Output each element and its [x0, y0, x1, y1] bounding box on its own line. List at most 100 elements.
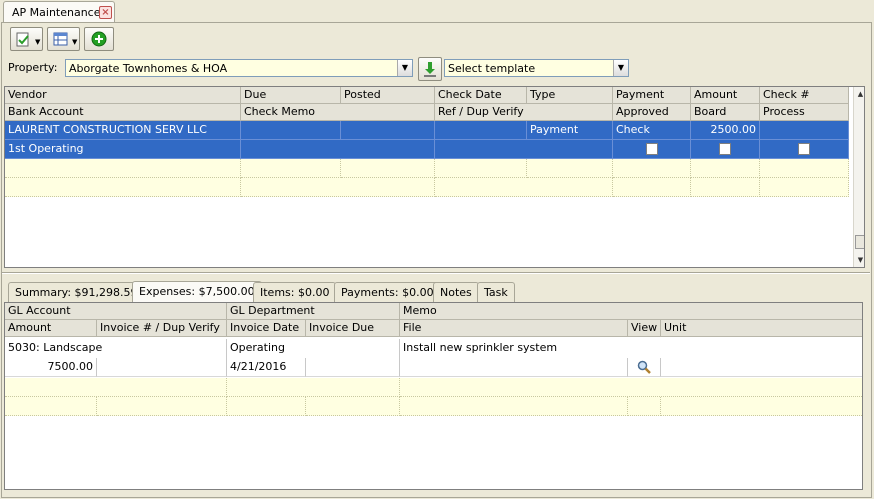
- new-row-cell[interactable]: [661, 397, 862, 416]
- cell-check-date[interactable]: [435, 121, 527, 140]
- new-row-cell[interactable]: [306, 397, 400, 416]
- new-row-cell[interactable]: [400, 397, 628, 416]
- col-header-type[interactable]: Type: [527, 87, 613, 104]
- new-row-cell[interactable]: [613, 159, 691, 178]
- download-template-button[interactable]: [418, 57, 442, 81]
- cell-amount[interactable]: 2500.00: [691, 121, 760, 140]
- cell-check-number[interactable]: [760, 121, 849, 140]
- scroll-thumb[interactable]: [855, 235, 864, 249]
- new-row-cell[interactable]: [435, 159, 527, 178]
- col-header-payment[interactable]: Payment: [613, 87, 691, 104]
- col-header-file[interactable]: File: [400, 320, 628, 337]
- new-row-cell[interactable]: [5, 159, 241, 178]
- cell-bank-account[interactable]: 1st Operating: [5, 140, 241, 159]
- col-header-gl-account[interactable]: GL Account: [5, 303, 227, 320]
- new-row-cell[interactable]: [760, 159, 849, 178]
- cell-invoice-number[interactable]: [97, 358, 227, 377]
- new-row-cell[interactable]: [227, 378, 400, 397]
- new-row-cell[interactable]: [435, 178, 613, 197]
- board-checkbox[interactable]: [719, 143, 731, 155]
- new-row-cell[interactable]: [760, 178, 849, 197]
- cell-gl-department[interactable]: Operating: [227, 339, 400, 358]
- col-header-check-number[interactable]: Check #: [760, 87, 849, 104]
- col-header-invoice-due[interactable]: Invoice Due: [306, 320, 400, 337]
- new-row-cell[interactable]: [691, 159, 760, 178]
- cell-unit[interactable]: [661, 358, 862, 377]
- new-row-cell[interactable]: [628, 397, 661, 416]
- approved-checkbox[interactable]: [646, 143, 658, 155]
- tab-payments[interactable]: Payments: $0.00: [334, 282, 441, 302]
- cell-board: [691, 140, 760, 159]
- cell-due[interactable]: [241, 121, 341, 140]
- cell-check-memo[interactable]: [241, 140, 435, 159]
- new-row-cell[interactable]: [691, 178, 760, 197]
- cell-vendor[interactable]: LAURENT CONSTRUCTION SERV LLC: [5, 121, 241, 140]
- new-row-cell[interactable]: [5, 178, 241, 197]
- cell-ref-dup-verify[interactable]: [435, 140, 613, 159]
- col-header-amount[interactable]: Amount: [691, 87, 760, 104]
- col-header-posted[interactable]: Posted: [341, 87, 435, 104]
- template-value: Select template: [448, 62, 536, 75]
- cell-invoice-date[interactable]: 4/21/2016: [227, 358, 306, 377]
- new-row-cell[interactable]: [241, 178, 435, 197]
- new-row-cell[interactable]: [613, 178, 691, 197]
- new-row-cell[interactable]: [400, 378, 862, 397]
- template-select[interactable]: Select template ▼: [444, 59, 629, 77]
- add-button[interactable]: [84, 27, 114, 51]
- grid-layout-icon: [53, 32, 68, 46]
- col-header-memo[interactable]: Memo: [400, 303, 862, 320]
- col-header-ref-dup-verify[interactable]: Ref / Dup Verify: [435, 104, 613, 121]
- cell-amount[interactable]: 7500.00: [5, 358, 97, 377]
- download-icon: [424, 62, 436, 77]
- cell-type[interactable]: Payment: [527, 121, 613, 140]
- expense-grid: GL Account GL Department Memo Amount Inv…: [4, 302, 863, 490]
- layout-button[interactable]: ▼: [47, 27, 80, 51]
- vertical-scrollbar[interactable]: ▲ ▼: [853, 87, 864, 267]
- col-header-board[interactable]: Board: [691, 104, 760, 121]
- col-header-due[interactable]: Due: [241, 87, 341, 104]
- col-header-amount[interactable]: Amount: [5, 320, 97, 337]
- col-header-gl-department[interactable]: GL Department: [227, 303, 400, 320]
- tab-notes[interactable]: Notes: [433, 282, 479, 302]
- cell-memo[interactable]: Install new sprinkler system: [400, 339, 862, 358]
- close-icon[interactable]: ×: [99, 6, 112, 19]
- new-row-cell[interactable]: [241, 159, 341, 178]
- cell-process: [760, 140, 849, 159]
- cell-file[interactable]: [400, 358, 628, 377]
- chevron-down-icon[interactable]: ▼: [613, 60, 628, 76]
- col-header-vendor[interactable]: Vendor: [5, 87, 241, 104]
- col-header-check-date[interactable]: Check Date: [435, 87, 527, 104]
- tab-task[interactable]: Task: [477, 282, 515, 302]
- col-header-view[interactable]: View: [628, 320, 661, 337]
- new-row-cell[interactable]: [5, 378, 227, 397]
- document-actions-button[interactable]: ▼: [10, 27, 43, 51]
- col-header-invoice-date[interactable]: Invoice Date: [227, 320, 306, 337]
- tab-expenses[interactable]: Expenses: $7,500.00: [132, 281, 262, 303]
- property-select[interactable]: Aborgate Townhomes & HOA ▼: [65, 59, 413, 77]
- cell-gl-account[interactable]: 5030: Landscape: [5, 339, 227, 358]
- cell-payment[interactable]: Check: [613, 121, 691, 140]
- new-row-cell[interactable]: [341, 159, 435, 178]
- tab-title: AP Maintenance: [12, 6, 101, 19]
- new-row-cell[interactable]: [5, 397, 97, 416]
- tab-ap-maintenance[interactable]: AP Maintenance ×: [3, 1, 115, 23]
- col-header-check-memo[interactable]: Check Memo: [241, 104, 435, 121]
- process-checkbox[interactable]: [798, 143, 810, 155]
- col-header-bank-account[interactable]: Bank Account: [5, 104, 241, 121]
- splitter[interactable]: [2, 272, 870, 274]
- search-icon[interactable]: [637, 360, 651, 374]
- chevron-down-icon[interactable]: ▼: [397, 60, 412, 76]
- scroll-down-icon[interactable]: ▼: [855, 254, 864, 266]
- col-header-unit[interactable]: Unit: [661, 320, 862, 337]
- cell-invoice-due[interactable]: [306, 358, 400, 377]
- new-row-cell[interactable]: [527, 159, 613, 178]
- col-header-process[interactable]: Process: [760, 104, 849, 121]
- tab-items[interactable]: Items: $0.00: [253, 282, 337, 302]
- tab-summary[interactable]: Summary: $91,298.59: [8, 282, 145, 302]
- new-row-cell[interactable]: [97, 397, 227, 416]
- scroll-up-icon[interactable]: ▲: [855, 88, 864, 100]
- col-header-invoice-number[interactable]: Invoice # / Dup Verify: [97, 320, 227, 337]
- col-header-approved[interactable]: Approved: [613, 104, 691, 121]
- new-row-cell[interactable]: [227, 397, 306, 416]
- cell-posted[interactable]: [341, 121, 435, 140]
